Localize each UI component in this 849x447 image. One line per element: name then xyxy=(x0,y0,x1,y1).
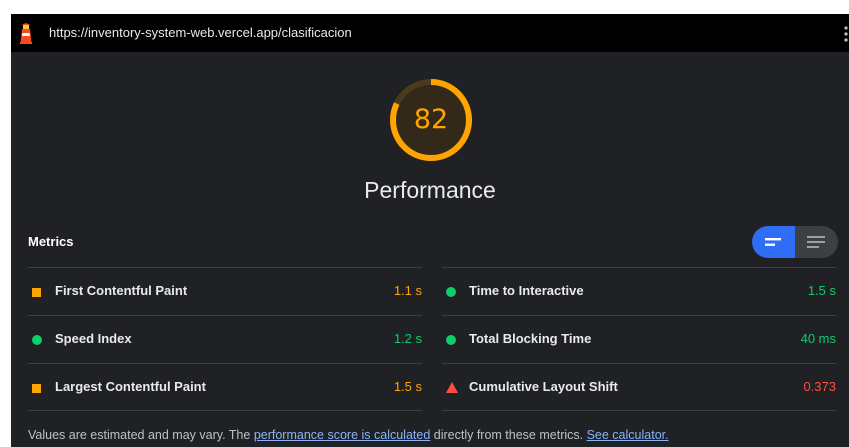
metrics-heading: Metrics xyxy=(28,234,74,249)
metrics-column-left: First Contentful Paint 1.1 s Speed Index… xyxy=(28,267,422,411)
metric-value: 1.2 s xyxy=(393,331,422,346)
metric-label: First Contentful Paint xyxy=(55,283,188,298)
average-square-icon xyxy=(32,288,41,297)
metric-label: Largest Contentful Paint xyxy=(55,379,206,394)
metrics-disclaimer: Values are estimated and may vary. The p… xyxy=(28,427,669,443)
metric-cumulative-layout-shift[interactable]: Cumulative Layout Shift 0.373 xyxy=(442,363,836,411)
metric-value: 1.5 s xyxy=(393,379,422,394)
pass-circle-icon xyxy=(32,335,42,345)
disclaimer-text-2: directly from these metrics. xyxy=(430,428,587,442)
metric-total-blocking-time[interactable]: Total Blocking Time 40 ms xyxy=(442,315,836,363)
expanded-view-button[interactable] xyxy=(795,226,838,258)
score-calculated-link[interactable]: performance score is calculated xyxy=(254,428,430,442)
metrics-column-right: Time to Interactive 1.5 s Total Blocking… xyxy=(442,267,836,411)
pass-circle-icon xyxy=(446,335,456,345)
expanded-list-icon xyxy=(807,236,825,248)
metrics-view-toggle[interactable] xyxy=(752,226,838,258)
metric-value: 1.5 s xyxy=(807,283,836,298)
metric-value: 1.1 s xyxy=(393,283,422,298)
metric-speed-index[interactable]: Speed Index 1.2 s xyxy=(28,315,422,363)
fail-triangle-icon xyxy=(446,382,458,393)
lighthouse-report-panel: https://inventory-system-web.vercel.app/… xyxy=(11,14,849,447)
pass-circle-icon xyxy=(446,287,456,297)
see-calculator-link[interactable]: See calculator. xyxy=(587,428,669,442)
metric-largest-contentful-paint[interactable]: Largest Contentful Paint 1.5 s xyxy=(28,363,422,411)
compact-list-icon xyxy=(765,238,781,246)
more-options-icon[interactable] xyxy=(843,24,849,44)
metric-label: Time to Interactive xyxy=(469,283,584,298)
metric-label: Total Blocking Time xyxy=(469,331,592,346)
gauge-title: Performance xyxy=(364,177,496,203)
performance-gauge[interactable]: 82 xyxy=(389,78,473,162)
report-url[interactable]: https://inventory-system-web.vercel.app/… xyxy=(49,25,352,41)
metric-value: 40 ms xyxy=(800,331,836,346)
metric-first-contentful-paint[interactable]: First Contentful Paint 1.1 s xyxy=(28,267,422,315)
url-bar: https://inventory-system-web.vercel.app/… xyxy=(11,14,849,52)
lighthouse-icon xyxy=(20,23,32,44)
metric-label: Speed Index xyxy=(55,331,132,346)
average-square-icon xyxy=(32,384,41,393)
disclaimer-text-1: Values are estimated and may vary. The xyxy=(28,428,254,442)
metric-time-to-interactive[interactable]: Time to Interactive 1.5 s xyxy=(442,267,836,315)
compact-view-button[interactable] xyxy=(752,226,795,258)
metric-value: 0.373 xyxy=(803,379,836,394)
performance-score: 82 xyxy=(413,104,449,135)
metric-label: Cumulative Layout Shift xyxy=(469,379,618,394)
